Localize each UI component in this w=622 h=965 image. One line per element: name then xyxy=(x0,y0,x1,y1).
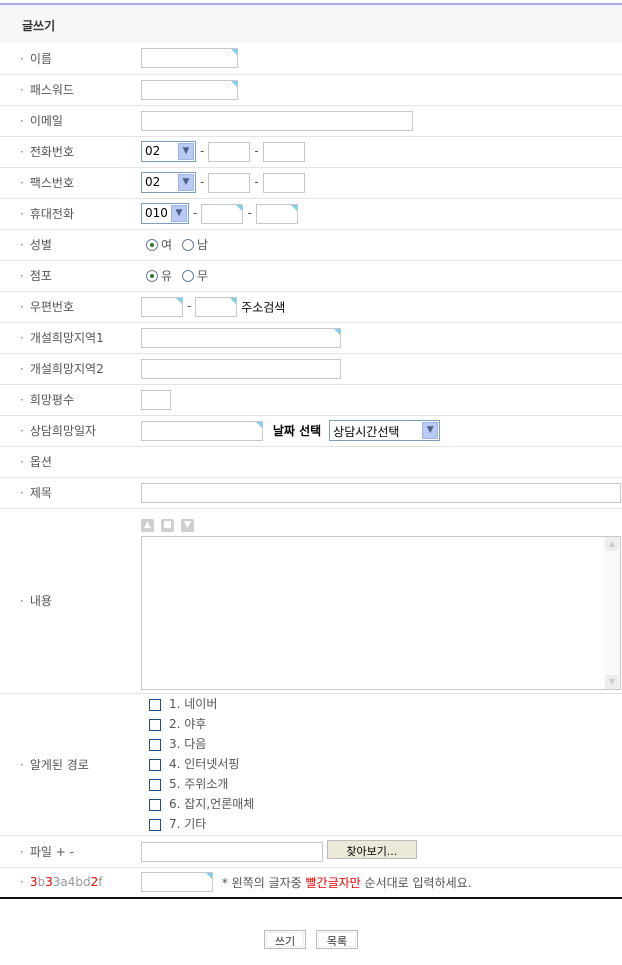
date-pick-button[interactable]: 날짜 선택 xyxy=(273,424,321,438)
chevron-down-icon: ▼ xyxy=(171,205,187,222)
chevron-down-icon: ▼ xyxy=(178,174,194,191)
label-email: 이메일 xyxy=(0,105,141,137)
source-option[interactable]: 3. 다음 xyxy=(141,734,622,754)
label-file: 파일 + - xyxy=(0,835,141,868)
phone-area-value: 02 xyxy=(145,144,161,158)
checkbox[interactable] xyxy=(149,718,161,731)
source-label: 3. 다음 xyxy=(169,737,207,751)
zip-second-input[interactable] xyxy=(195,296,238,317)
password-input[interactable] xyxy=(141,79,238,100)
source-option[interactable]: 1. 네이버 xyxy=(141,694,622,714)
arrow-down-icon[interactable]: ▼ xyxy=(181,518,194,532)
captcha-input[interactable] xyxy=(141,872,213,893)
address-search-link[interactable]: 주소검색 xyxy=(241,300,285,314)
arrow-up-icon[interactable]: ▲ xyxy=(141,518,154,532)
content-textarea[interactable]: ▲ ▼ xyxy=(141,535,621,690)
chevron-down-icon: ▼ xyxy=(178,143,194,160)
mobile-prefix-value: 010 xyxy=(145,206,168,220)
label-fax: 팩스번호 xyxy=(0,167,141,199)
gender-male-label: 남 xyxy=(197,238,209,252)
mobile-mid-input[interactable] xyxy=(201,203,244,224)
source-option[interactable]: 5. 주위소개 xyxy=(141,774,622,794)
gender-female-radio[interactable] xyxy=(146,238,158,251)
checkbox[interactable] xyxy=(149,698,161,711)
label-option: 옵션 xyxy=(0,446,141,478)
store-no-label: 무 xyxy=(197,269,209,283)
captcha-code: 3b33a4bd2f xyxy=(0,867,141,899)
fax-area-value: 02 xyxy=(145,175,161,189)
mobile-last-input[interactable] xyxy=(255,203,298,224)
chevron-down-icon: ▼ xyxy=(422,422,439,439)
label-name: 이름 xyxy=(0,43,141,75)
region2-input[interactable] xyxy=(141,358,341,379)
scrollbar[interactable]: ▲ ▼ xyxy=(604,536,620,689)
list-button[interactable]: 목록 xyxy=(315,930,359,949)
email-input[interactable] xyxy=(141,110,413,131)
source-label: 1. 네이버 xyxy=(169,697,218,711)
region1-input[interactable] xyxy=(141,327,341,348)
label-gender: 성별 xyxy=(0,229,141,261)
store-yes-label: 유 xyxy=(161,269,173,283)
subject-input[interactable] xyxy=(141,482,621,503)
store-yes-radio[interactable] xyxy=(146,269,158,282)
label-zip: 우편번호 xyxy=(0,291,141,323)
source-label: 6. 잡지,언론매체 xyxy=(169,797,255,811)
label-subject: 제목 xyxy=(0,477,141,509)
label-region1: 개설희망지역1 xyxy=(0,322,141,354)
name-input[interactable] xyxy=(141,48,238,69)
phone-area-select[interactable]: 02 ▼ xyxy=(141,141,196,162)
square-icon[interactable]: ■ xyxy=(161,518,174,532)
area-input[interactable] xyxy=(141,389,171,410)
page-header: 글쓰기 xyxy=(0,3,622,43)
source-label: 7. 기타 xyxy=(169,817,207,831)
store-no-radio[interactable] xyxy=(182,269,195,282)
browse-button[interactable]: 찾아보기... xyxy=(326,840,417,860)
source-label: 5. 주위소개 xyxy=(169,777,229,791)
time-select[interactable]: 상담시간선택 ▼ xyxy=(329,420,441,441)
checkbox[interactable] xyxy=(149,798,161,811)
source-option[interactable]: 4. 인터넷서핑 xyxy=(141,754,622,774)
gender-female-label: 여 xyxy=(161,238,173,252)
label-content: 내용 xyxy=(0,508,141,694)
source-option[interactable]: 7. 기타 xyxy=(141,814,622,834)
date-input[interactable] xyxy=(141,420,263,441)
source-label: 2. 야후 xyxy=(169,717,207,731)
checkbox[interactable] xyxy=(149,738,161,751)
source-option[interactable]: 6. 잡지,언론매체 xyxy=(141,794,622,814)
fax-last-input[interactable] xyxy=(262,172,305,193)
zip-first-input[interactable] xyxy=(141,296,183,317)
label-area: 희망평수 xyxy=(0,384,141,416)
time-select-value: 상담시간선택 xyxy=(333,425,400,439)
label-region2: 개설희망지역2 xyxy=(0,353,141,385)
phone-mid-input[interactable] xyxy=(208,141,251,162)
captcha-hint: * 왼쪽의 글자중 빨간글자만 순서대로 입력하세요. xyxy=(221,875,472,890)
label-store: 점포 xyxy=(0,260,141,292)
mobile-prefix-select[interactable]: 010 ▼ xyxy=(141,203,189,224)
label-mobile: 휴대전화 xyxy=(0,198,141,230)
phone-last-input[interactable] xyxy=(262,141,305,162)
label-password: 패스워드 xyxy=(0,74,141,106)
gender-male-radio[interactable] xyxy=(182,238,195,251)
fax-area-select[interactable]: 02 ▼ xyxy=(141,172,196,193)
write-form: 이름 패스워드 이메일 전화번호02▼-- 팩스번호02▼-- 휴대전화010▼… xyxy=(0,43,622,899)
label-date: 상담희망일자 xyxy=(0,415,141,447)
source-label: 4. 인터넷서핑 xyxy=(169,757,240,771)
fax-mid-input[interactable] xyxy=(208,172,251,193)
write-button[interactable]: 쓰기 xyxy=(263,930,307,949)
label-phone: 전화번호 xyxy=(0,136,141,168)
source-option[interactable]: 2. 야후 xyxy=(141,714,622,734)
checkbox[interactable] xyxy=(149,818,161,831)
checkbox[interactable] xyxy=(149,758,161,771)
checkbox[interactable] xyxy=(149,778,161,791)
page-title: 글쓰기 xyxy=(22,19,56,33)
label-source: 알게된 경로 xyxy=(0,693,141,836)
file-path-input[interactable] xyxy=(141,841,323,862)
